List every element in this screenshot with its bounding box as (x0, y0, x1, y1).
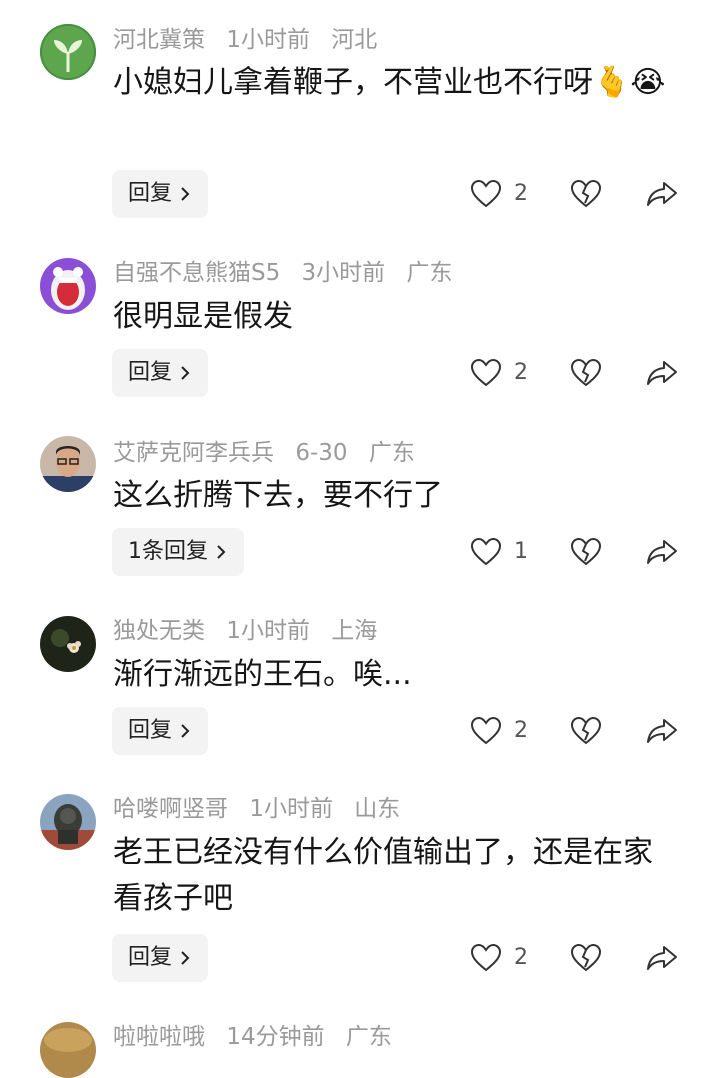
location: 广东 (406, 260, 453, 286)
reply-label: 1条回复 (128, 539, 208, 564)
avatar[interactable] (40, 1022, 96, 1078)
share-icon[interactable] (646, 715, 678, 747)
reply-label: 回复 (128, 181, 173, 206)
broken-heart-icon[interactable] (570, 357, 602, 389)
comment-item: 自强不息熊猫S5 3小时前 广东 很明显是假发 回复 2 (0, 230, 720, 408)
chevron-right-icon (181, 724, 190, 738)
like-count: 2 (514, 945, 528, 970)
reply-button[interactable]: 回复 (112, 170, 209, 218)
reply-label: 回复 (128, 945, 173, 970)
sand-avatar-icon (40, 1022, 96, 1078)
avatar[interactable] (40, 436, 96, 492)
username[interactable]: 艾萨克阿李兵兵 (113, 440, 274, 466)
reply-button[interactable]: 1条回复 (112, 528, 244, 576)
avatar[interactable] (40, 616, 96, 672)
broken-heart-icon[interactable] (570, 715, 602, 747)
timestamp: 14分钟前 (226, 1024, 325, 1050)
timestamp: 1小时前 (226, 27, 310, 53)
username[interactable]: 自强不息熊猫S5 (113, 260, 280, 286)
comment-text: 老王已经没有什么价值输出了，还是在家看孩子吧 (113, 835, 653, 916)
heart-icon[interactable] (470, 942, 502, 974)
comment-meta: 啦啦啦哦 14分钟前 广东 (113, 1022, 406, 1052)
avatar[interactable] (40, 794, 96, 850)
comment-meta: 独处无类 1小时前 上海 (113, 616, 391, 646)
broken-heart-icon[interactable] (570, 942, 602, 974)
timestamp: 1小时前 (226, 618, 310, 644)
heart-icon[interactable] (470, 178, 502, 210)
username[interactable]: 啦啦啦哦 (113, 1024, 205, 1050)
like-count: 2 (514, 181, 528, 206)
reply-button[interactable]: 回复 (112, 707, 209, 755)
comment-meta: 艾萨克阿李兵兵 6-30 广东 (113, 438, 429, 468)
share-icon[interactable] (646, 536, 678, 568)
timestamp: 3小时前 (301, 260, 386, 286)
chevron-right-icon (181, 187, 190, 201)
chevron-right-icon (217, 545, 226, 559)
timestamp: 6-30 (295, 440, 348, 466)
like-count: 1 (514, 539, 528, 564)
like-count: 2 (514, 360, 528, 385)
chevron-right-icon (181, 951, 190, 965)
avatar[interactable] (40, 24, 96, 80)
location: 河北 (331, 27, 378, 53)
comment-item: 独处无类 1小时前 上海 渐行渐远的王石。唉... 回复 2 (0, 588, 720, 766)
location: 上海 (331, 618, 378, 644)
location: 广东 (368, 440, 415, 466)
comment-meta: 自强不息熊猫S5 3小时前 广东 (113, 258, 467, 288)
reply-button[interactable]: 回复 (112, 349, 209, 397)
location: 广东 (345, 1024, 392, 1050)
chevron-right-icon (181, 366, 190, 380)
comment-actions: 2 (470, 170, 690, 218)
reply-button[interactable]: 回复 (112, 934, 209, 982)
username[interactable]: 哈喽啊竖哥 (113, 796, 228, 822)
cartoon-mouth-avatar-icon (40, 258, 96, 314)
share-icon[interactable] (646, 357, 678, 389)
comment-text: 这么折腾下去，要不行了 (113, 478, 443, 513)
reply-label: 回复 (128, 718, 173, 743)
avatar[interactable] (40, 258, 96, 314)
heart-icon[interactable] (470, 715, 502, 747)
reply-label: 回复 (128, 360, 173, 385)
share-icon[interactable] (646, 178, 678, 210)
comment-actions: 2 (470, 934, 690, 982)
sprout-avatar-icon (40, 24, 96, 80)
location: 山东 (354, 796, 401, 822)
comment-meta: 河北冀策 1小时前 河北 (113, 25, 391, 55)
broken-heart-icon[interactable] (570, 178, 602, 210)
man-glasses-avatar-icon (40, 436, 96, 492)
comment-actions: 2 (470, 707, 690, 755)
flower-dark-avatar-icon (40, 616, 96, 672)
stone-lion-avatar-icon (40, 794, 96, 850)
heart-icon[interactable] (470, 357, 502, 389)
timestamp: 1小时前 (249, 796, 333, 822)
like-count: 2 (514, 718, 528, 743)
username[interactable]: 独处无类 (113, 618, 205, 644)
share-icon[interactable] (646, 942, 678, 974)
comment-text: 小媳妇儿拿着鞭子，不营业也不行呀🫰😭 (113, 65, 666, 100)
username[interactable]: 河北冀策 (113, 27, 205, 53)
comment-meta: 哈喽啊竖哥 1小时前 山东 (113, 794, 414, 824)
comment-actions: 1 (470, 528, 690, 576)
heart-icon[interactable] (470, 536, 502, 568)
comment-item: 啦啦啦哦 14分钟前 广东 (0, 996, 720, 1078)
comment-text: 很明显是假发 (113, 299, 293, 334)
comment-item: 河北冀策 1小时前 河北 小媳妇儿拿着鞭子，不营业也不行呀🫰😭 回复 2 (0, 0, 720, 230)
comment-item: 哈喽啊竖哥 1小时前 山东 老王已经没有什么价值输出了，还是在家看孩子吧 回复 … (0, 766, 720, 996)
broken-heart-icon[interactable] (570, 536, 602, 568)
comment-actions: 2 (470, 349, 690, 397)
comment-text: 渐行渐远的王石。唉... (113, 657, 412, 692)
comment-item: 艾萨克阿李兵兵 6-30 广东 这么折腾下去，要不行了 1条回复 1 (0, 408, 720, 588)
